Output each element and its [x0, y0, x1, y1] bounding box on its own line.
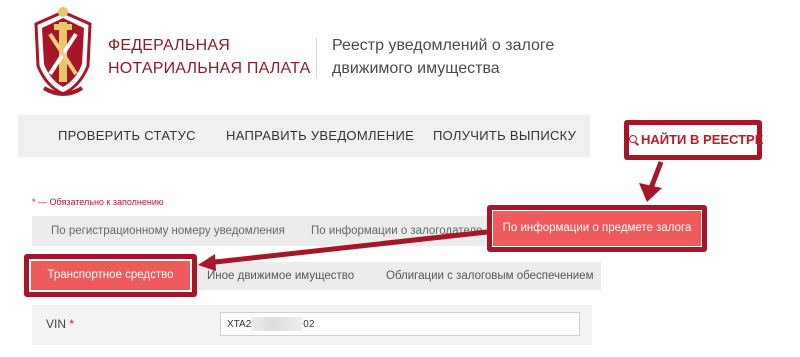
nav-send-notification[interactable]: НАПРАВИТЬ УВЕДОМЛЕНИЕ — [226, 115, 414, 157]
arrow-to-criteria-head — [639, 183, 662, 202]
header-divider — [316, 38, 317, 78]
nav-get-extract[interactable]: ПОЛУЧИТЬ ВЫПИСКУ — [433, 115, 576, 157]
tab-by-registration-number[interactable]: По регистрационному номеру уведомления — [51, 216, 285, 246]
tab-other-property[interactable]: Иное движимое имущество — [207, 262, 354, 290]
vin-label: VIN * — [46, 317, 74, 331]
tab-by-pledge-subject[interactable]: По информации о предмете залога — [493, 211, 701, 246]
vin-required-star: * — [69, 317, 75, 331]
nav-check-status[interactable]: ПРОВЕРИТЬ СТАТУС — [58, 115, 196, 157]
vin-value-end: 02 — [303, 319, 315, 330]
vin-value-start: XTA2 — [227, 319, 252, 330]
vin-label-text: VIN — [46, 317, 67, 331]
vin-input[interactable]: XTA2 02 — [220, 312, 580, 336]
org-name-line1: ФЕДЕРАЛЬНАЯ — [108, 37, 230, 54]
required-note-text: — Обязательно к заполнению — [35, 197, 164, 207]
nav-search-label: НАЙТИ В РЕЕСТРЕ — [641, 132, 764, 147]
org-name-line2: НОТАРИАЛЬНАЯ ПАЛАТА — [108, 60, 311, 77]
search-icon — [629, 135, 637, 143]
tab-by-pledgor[interactable]: По информации о залогодателе — [311, 216, 483, 246]
vin-redacted — [251, 317, 304, 332]
required-note: * — Обязательно к заполнению — [32, 197, 164, 207]
registry-title-line2: движимого имущества — [332, 60, 500, 77]
tab-bonds[interactable]: Облигации с залоговым обеспечением — [386, 262, 593, 290]
notary-emblem-icon — [34, 7, 92, 96]
registry-title-line1: Реестр уведомлений о залоге — [332, 37, 555, 54]
org-name: ФЕДЕРАЛЬНАЯ НОТАРИАЛЬНАЯ ПАЛАТА — [108, 34, 311, 80]
tab-vehicle[interactable]: Транспортное средство — [31, 261, 190, 290]
arrow-to-criteria — [648, 161, 664, 189]
nav-search-registry[interactable]: НАЙТИ В РЕЕСТРЕ — [624, 120, 764, 160]
registry-title: Реестр уведомлений о залоге движимого им… — [332, 34, 554, 80]
